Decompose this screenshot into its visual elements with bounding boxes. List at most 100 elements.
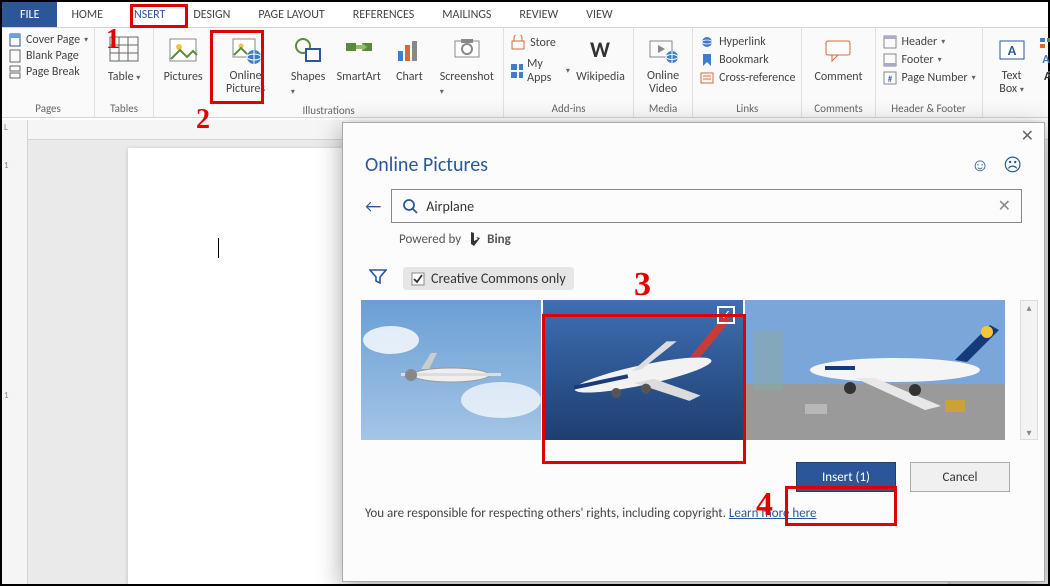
chart-button[interactable]: Chart (386, 31, 432, 88)
pagenum-button[interactable]: #Page Number ▾ (882, 71, 976, 85)
dialog-back-button[interactable]: ← (365, 195, 381, 217)
menu-tab-review[interactable]: REVIEW (505, 2, 572, 27)
ribbon-label-links: Links (699, 100, 795, 117)
ribbon-label-illustrations: Illustrations (160, 102, 497, 119)
menu-bar: FILE HOME INSERT DESIGN PAGE LAYOUT REFE… (2, 2, 1048, 28)
dialog-close-button[interactable]: ✕ (1021, 129, 1034, 145)
ribbon-label-headerfooter: Header & Footer (882, 100, 976, 117)
filter-button[interactable] (369, 268, 387, 289)
shapes-icon (292, 35, 324, 67)
bing-icon (467, 231, 481, 247)
svg-text:A: A (1007, 42, 1016, 59)
pagenum-icon: # (882, 71, 898, 85)
powered-by-label: Powered by Bing (343, 223, 1044, 255)
search-box[interactable]: ✕ (391, 189, 1022, 223)
menu-tab-insert[interactable]: INSERT (117, 2, 179, 27)
crossref-button[interactable]: Cross-reference (699, 71, 795, 85)
bookmark-button[interactable]: Bookmark (699, 53, 795, 67)
menu-tab-home[interactable]: HOME (57, 2, 117, 27)
online-video-button[interactable]: Online Video (640, 31, 686, 100)
ribbon-group-illustrations: Pictures Online Pictures Shapes ▾ SmartA… (154, 28, 504, 117)
header-icon (882, 35, 898, 49)
blank-page-button[interactable]: Blank Page (8, 49, 88, 63)
svg-text:W: W (591, 36, 611, 63)
ribbon-label-comments: Comments (808, 100, 868, 117)
ribbon-group-links: Hyperlink Bookmark Cross-reference Links (693, 28, 802, 117)
wordart-button[interactable]: A▾ (1039, 53, 1050, 65)
ribbon-group-pages: Cover Page▾ Blank Page Page Break Pages (2, 28, 95, 117)
smartart-button[interactable]: SmartArt (335, 31, 382, 88)
svg-text:A: A (1042, 53, 1050, 65)
ribbon-label-pages: Pages (8, 100, 88, 117)
table-button[interactable]: Table ▾ (101, 31, 147, 88)
result-thumb-1[interactable] (361, 300, 541, 440)
result-thumb-2[interactable]: ✓ (543, 300, 743, 440)
screenshot-button[interactable]: Screenshot ▾ (436, 31, 497, 102)
ribbon-label-media: Media (640, 100, 686, 117)
ribbon-group-media: Online Video Media (634, 28, 693, 117)
store-button[interactable]: Store (510, 35, 570, 51)
online-pictures-icon (230, 35, 262, 67)
ribbon-group-comments: Comment Comments (802, 28, 875, 117)
crossref-icon (699, 71, 715, 85)
insert-button[interactable]: Insert (1) (796, 462, 896, 492)
myapps-button[interactable]: My Apps ▾ (510, 57, 570, 85)
search-results: ✓ ▴▾ (343, 300, 1044, 440)
store-icon (510, 35, 526, 51)
feedback-sad-icon[interactable]: ☹ (1003, 154, 1022, 176)
smartart-icon (343, 35, 375, 67)
menu-tab-references[interactable]: REFERENCES (339, 2, 429, 27)
ribbon-group-text: AText Box ▾ ▾ A▾ A▾ (983, 28, 1050, 117)
online-pictures-dialog: ✕ Online Pictures ☺ ☹ ← ✕ Powered by Bin… (342, 122, 1045, 582)
dialog-title: Online Pictures (365, 153, 488, 177)
table-icon (108, 35, 140, 67)
result-thumb-3[interactable] (745, 300, 1005, 440)
footer-button[interactable]: Footer ▾ (882, 53, 976, 67)
comment-icon (822, 35, 854, 67)
ribbon-label-addins: Add-ins (510, 100, 627, 117)
search-icon (402, 198, 418, 214)
quickparts-button[interactable]: ▾ (1039, 37, 1050, 49)
menu-tab-page-layout[interactable]: PAGE LAYOUT (244, 2, 338, 27)
menu-tab-design[interactable]: DESIGN (179, 2, 244, 27)
page-break-button[interactable]: Page Break (8, 65, 88, 79)
dialog-footer: You are responsible for respecting other… (343, 502, 1044, 533)
learn-more-link[interactable]: Learn more here (729, 506, 817, 521)
comment-button[interactable]: Comment (808, 31, 868, 88)
svg-text:#: # (887, 74, 892, 85)
online-pictures-button[interactable]: Online Pictures (210, 31, 281, 100)
menu-file[interactable]: FILE (2, 2, 57, 27)
ribbon-group-addins: Store My Apps ▾ WWikipedia Add-ins (504, 28, 634, 117)
feedback-happy-icon[interactable]: ☺ (971, 154, 989, 176)
header-button[interactable]: Header ▾ (882, 35, 976, 49)
video-icon (647, 35, 679, 67)
cover-page-button[interactable]: Cover Page▾ (8, 33, 88, 47)
pictures-button[interactable]: Pictures (160, 31, 206, 88)
shapes-button[interactable]: Shapes ▾ (285, 31, 331, 102)
menu-tab-view[interactable]: VIEW (572, 2, 626, 27)
text-cursor (218, 238, 219, 258)
clear-search-button[interactable]: ✕ (998, 196, 1011, 216)
screenshot-icon (451, 35, 483, 67)
textbox-button[interactable]: AText Box ▾ (989, 31, 1035, 100)
search-input[interactable] (426, 198, 989, 215)
ribbon-group-tables: Table ▾ Tables (95, 28, 154, 117)
creative-commons-checkbox[interactable]: Creative Commons only (403, 267, 574, 290)
thumb-selected-icon: ✓ (717, 306, 735, 324)
hyperlink-icon (699, 35, 715, 49)
menu-tab-mailings[interactable]: MAILINGS (428, 2, 505, 27)
pictures-icon (167, 35, 199, 67)
myapps-icon (510, 63, 523, 79)
dropcap-button[interactable]: A▾ (1039, 69, 1050, 81)
chart-icon (393, 35, 425, 67)
hyperlink-button[interactable]: Hyperlink (699, 35, 795, 49)
cancel-button[interactable]: Cancel (910, 462, 1010, 492)
textbox-icon: A (996, 35, 1028, 67)
bookmark-icon (699, 53, 715, 67)
results-scrollbar[interactable]: ▴▾ (1020, 300, 1038, 440)
footer-icon (882, 53, 898, 67)
ribbon-label-tables: Tables (101, 100, 147, 117)
wikipedia-button[interactable]: WWikipedia (574, 31, 627, 88)
ribbon-group-headerfooter: Header ▾ Footer ▾ #Page Number ▾ Header … (876, 28, 983, 117)
vertical-ruler: L 1 1 (2, 120, 28, 584)
